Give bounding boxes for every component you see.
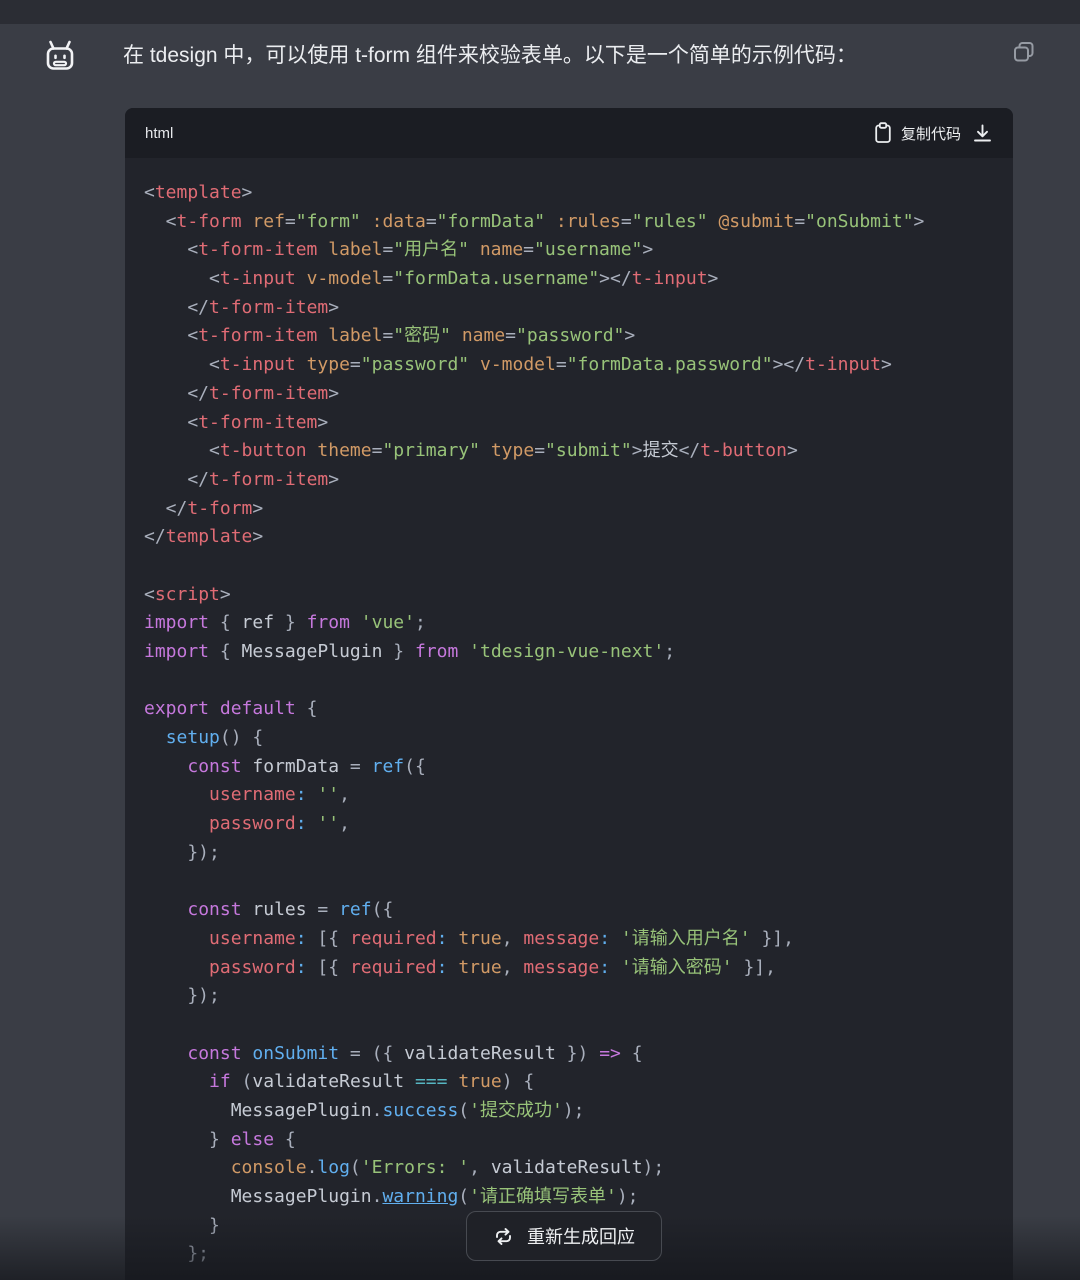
code-line: <script> (144, 581, 994, 610)
code-line: const rules = ref({ (144, 896, 994, 925)
code-line: if (validateResult === true) { (144, 1068, 994, 1097)
code-line (144, 1011, 994, 1040)
code-block: html 复制代码 (125, 108, 1013, 1280)
code-content: <template> <t-form ref="form" :data="for… (125, 158, 1013, 1280)
code-line: <template> (144, 179, 994, 208)
code-line: }); (144, 982, 994, 1011)
code-line: } else { (144, 1126, 994, 1155)
clipboard-icon (873, 122, 893, 144)
code-line: </t-form-item> (144, 380, 994, 409)
code-line: MessagePlugin.warning('请正确填写表单'); (144, 1183, 994, 1212)
code-line: export default { (144, 695, 994, 724)
code-line: password: [{ required: true, message: '请… (144, 954, 994, 983)
code-line: <t-form-item> (144, 409, 994, 438)
regenerate-label: 重新生成回应 (527, 1223, 635, 1249)
refresh-icon (493, 1226, 514, 1247)
code-line: <t-input v-model="formData.username"></t… (144, 265, 994, 294)
code-line: password: '', (144, 810, 994, 839)
code-line: }); (144, 839, 994, 868)
code-language-label: html (145, 125, 173, 142)
copy-code-label: 复制代码 (901, 123, 961, 144)
code-line: <t-form-item label="密码" name="password"> (144, 322, 994, 351)
code-line: </t-form-item> (144, 294, 994, 323)
code-line: </template> (144, 523, 994, 552)
code-line: setup() { (144, 724, 994, 753)
code-line: console.log('Errors: ', validateResult); (144, 1154, 994, 1183)
download-icon (972, 123, 993, 144)
copy-icon[interactable] (1010, 38, 1038, 66)
code-line: const formData = ref({ (144, 753, 994, 782)
code-line: <t-input type="password" v-model="formDa… (144, 351, 994, 380)
code-line: <t-form ref="form" :data="formData" :rul… (144, 208, 994, 237)
assistant-message-text: 在 tdesign 中，可以使用 t-form 组件来校验表单。以下是一个简单的… (123, 42, 993, 70)
code-line: <t-button theme="primary" type="submit">… (144, 437, 994, 466)
code-line: username: '', (144, 781, 994, 810)
code-line (144, 667, 994, 696)
code-line: import { MessagePlugin } from 'tdesign-v… (144, 638, 994, 667)
code-line (144, 552, 994, 581)
code-line: import { ref } from 'vue'; (144, 609, 994, 638)
code-line: MessagePlugin.success('提交成功'); (144, 1097, 994, 1126)
code-actions: 复制代码 (873, 122, 993, 144)
code-line: username: [{ required: true, message: '请… (144, 925, 994, 954)
code-line (144, 868, 994, 897)
download-code-button[interactable] (972, 123, 993, 144)
previous-content-edge (0, 0, 1080, 24)
copy-code-button[interactable]: 复制代码 (873, 122, 961, 144)
code-line: <t-form-item label="用户名" name="username"… (144, 236, 994, 265)
bot-icon (40, 36, 80, 78)
code-block-header: html 复制代码 (125, 108, 1013, 158)
code-line: </t-form> (144, 495, 994, 524)
regenerate-button[interactable]: 重新生成回应 (466, 1211, 662, 1261)
code-line: const onSubmit = ({ validateResult }) =>… (144, 1040, 994, 1069)
code-line: </t-form-item> (144, 466, 994, 495)
